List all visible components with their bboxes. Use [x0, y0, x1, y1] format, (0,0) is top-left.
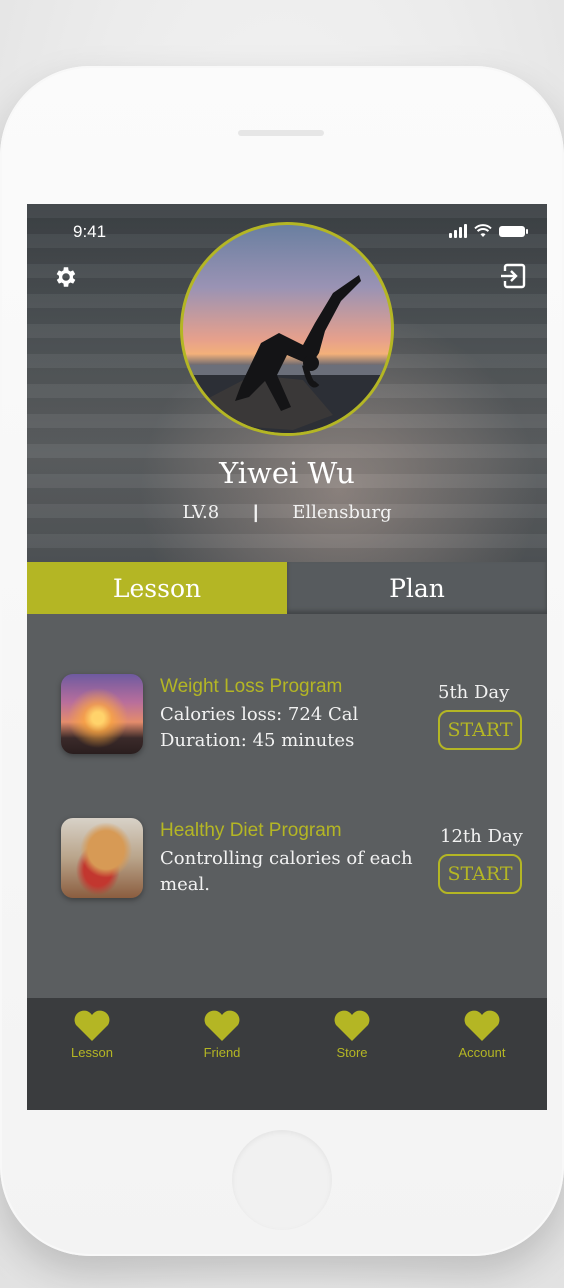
program-item[interactable]: Healthy Diet Program Controlling calorie…: [27, 812, 547, 922]
app-screen: 9:41 Yiwei Wu LV.8 | Ellensburg Lesson P…: [27, 204, 547, 1110]
bottom-nav: Lesson Friend Store Account: [27, 998, 547, 1110]
phone-speaker: [238, 130, 324, 136]
sandwich-image: [61, 818, 143, 898]
gear-icon[interactable]: [53, 264, 79, 290]
program-day: 12th Day: [440, 826, 523, 847]
avatar[interactable]: [180, 222, 394, 436]
heart-icon: [334, 1010, 370, 1041]
logout-icon[interactable]: [499, 262, 527, 290]
nav-lesson[interactable]: Lesson: [27, 998, 157, 1110]
tab-bar: Lesson Plan: [27, 562, 547, 614]
program-item[interactable]: Weight Loss Program Calories loss: 724 C…: [27, 668, 547, 778]
status-icons: [449, 224, 528, 238]
home-button[interactable]: [232, 1130, 332, 1230]
nav-store[interactable]: Store: [287, 998, 417, 1110]
meta-separator: |: [253, 502, 259, 522]
program-day: 5th Day: [438, 682, 510, 703]
nav-label: Friend: [203, 1045, 241, 1060]
program-title: Healthy Diet Program: [160, 820, 342, 841]
heart-icon: [464, 1010, 500, 1041]
program-calories: Calories loss: 724 Cal: [160, 704, 359, 725]
beach-sunset-image: [61, 674, 143, 754]
nav-label: Lesson: [71, 1045, 113, 1060]
program-duration: Duration: 45 minutes: [160, 730, 355, 751]
nav-label: Store: [336, 1045, 368, 1060]
battery-icon: [499, 226, 528, 237]
user-meta: LV.8 | Ellensburg: [27, 502, 547, 523]
yoga-silhouette-image: [183, 275, 391, 433]
nav-account[interactable]: Account: [417, 998, 547, 1110]
start-button[interactable]: START: [438, 710, 522, 750]
profile-header: 9:41 Yiwei Wu LV.8 | Ellensburg: [27, 204, 547, 562]
user-name: Yiwei Wu: [219, 456, 355, 490]
status-time: 9:41: [73, 222, 107, 241]
tab-plan[interactable]: Plan: [287, 562, 547, 614]
user-location: Ellensburg: [292, 502, 392, 523]
start-button[interactable]: START: [438, 854, 522, 894]
heart-icon: [204, 1010, 240, 1041]
wifi-icon: [474, 224, 492, 237]
heart-icon: [74, 1010, 110, 1041]
nav-friend[interactable]: Friend: [157, 998, 287, 1110]
program-title: Weight Loss Program: [160, 676, 343, 697]
tab-lesson[interactable]: Lesson: [27, 562, 287, 614]
user-level: LV.8: [182, 502, 220, 523]
program-description: Controlling calories of each meal.: [160, 848, 413, 895]
nav-label: Account: [458, 1045, 506, 1060]
signal-icon: [449, 224, 467, 238]
